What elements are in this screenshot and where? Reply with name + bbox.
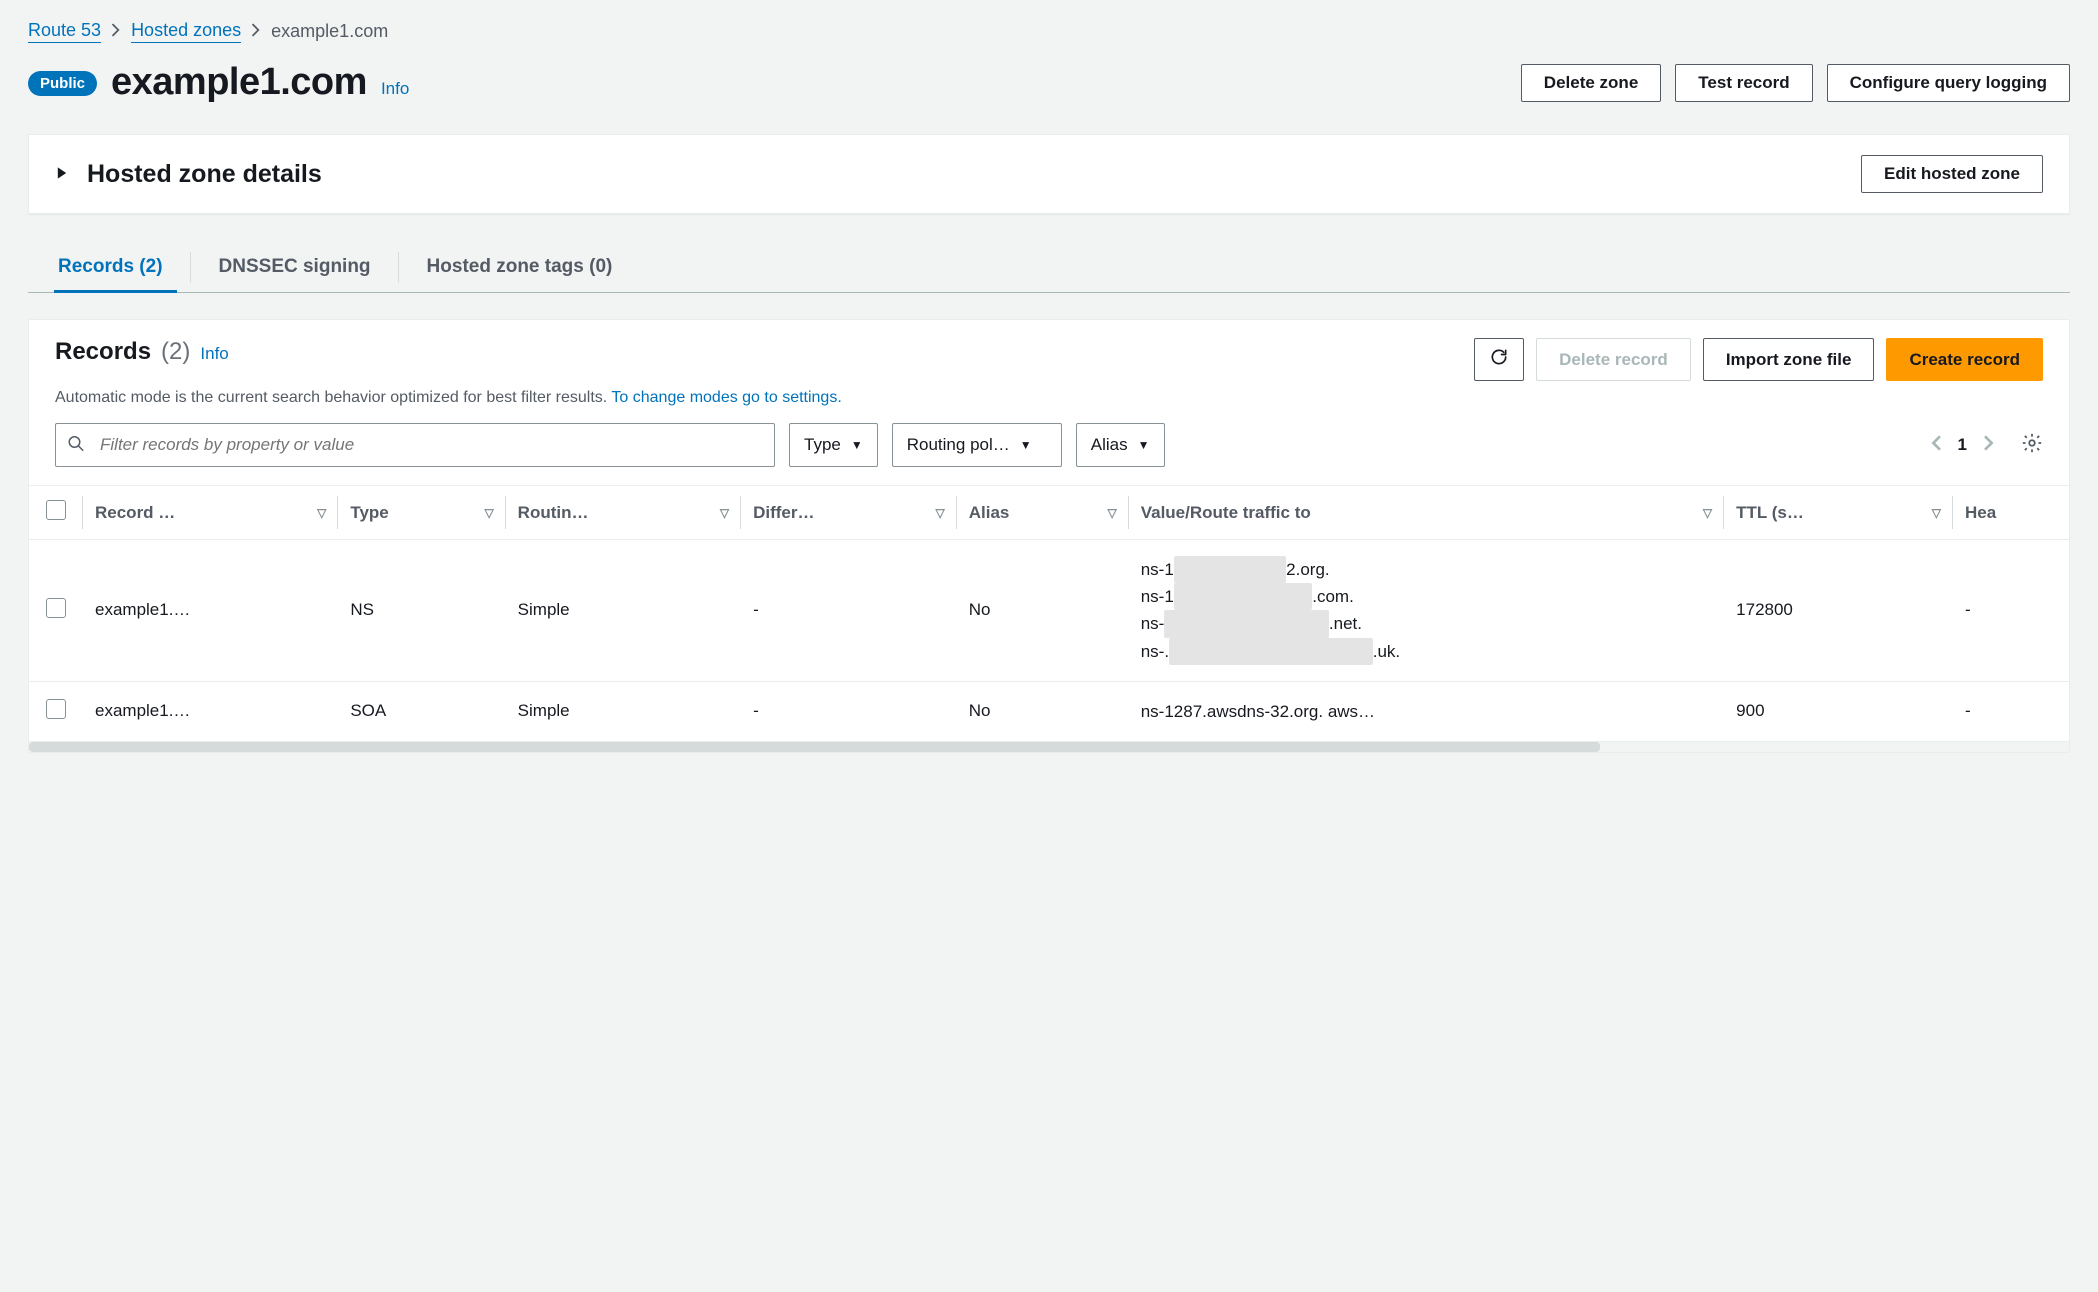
expand-caret-icon[interactable] [55, 166, 69, 183]
refresh-icon [1489, 352, 1509, 371]
chevron-right-icon [251, 21, 261, 42]
visibility-badge: Public [28, 71, 97, 96]
tabs: Records (2) DNSSEC signing Hosted zone t… [28, 242, 2070, 293]
sort-icon[interactable]: ▽ [720, 506, 729, 520]
sort-icon[interactable]: ▽ [317, 506, 326, 520]
change-modes-link[interactable]: To change modes go to settings. [611, 389, 841, 406]
chevron-right-icon [111, 21, 121, 42]
col-health[interactable]: Hea [1965, 503, 1996, 523]
cell-alias: No [957, 540, 1129, 682]
records-title: Records [55, 338, 151, 366]
cell-differ: - [741, 681, 957, 741]
breadcrumb-current: example1.com [271, 21, 388, 42]
breadcrumb: Route 53 Hosted zones example1.com [28, 18, 2070, 61]
next-page-button[interactable] [1983, 435, 1995, 456]
records-panel: Records (2) Info Delete record Import zo… [28, 319, 2070, 753]
cell-ttl: 900 [1724, 681, 1953, 741]
sort-icon[interactable]: ▽ [1107, 506, 1116, 520]
filter-routing-select[interactable]: Routing pol…▼ [892, 423, 1062, 467]
row-checkbox[interactable] [46, 598, 66, 618]
horizontal-scrollbar[interactable] [29, 742, 2069, 752]
settings-button[interactable] [2021, 432, 2043, 459]
cell-type: NS [338, 540, 505, 682]
sort-icon[interactable]: ▽ [1932, 506, 1941, 520]
cell-value: ns-1████████2.org.ns-1██████████.com.ns-… [1129, 540, 1724, 682]
caret-down-icon: ▼ [1138, 438, 1150, 452]
filter-records-input[interactable] [55, 423, 775, 467]
breadcrumb-root[interactable]: Route 53 [28, 20, 101, 43]
col-value[interactable]: Value/Route traffic to [1141, 503, 1311, 523]
cell-alias: No [957, 681, 1129, 741]
cell-routing: Simple [506, 540, 741, 682]
edit-hosted-zone-button[interactable]: Edit hosted zone [1861, 155, 2043, 193]
breadcrumb-zones[interactable]: Hosted zones [131, 20, 241, 43]
cell-health: - [1953, 681, 2069, 741]
records-table: Record … ▽ Type ▽ Routin… ▽ Differ… ▽ Alias ▽… [29, 485, 2069, 742]
cell-name: example1.… [83, 681, 338, 741]
caret-down-icon: ▼ [1020, 438, 1032, 452]
tab-records[interactable]: Records (2) [54, 242, 191, 292]
records-desc: Automatic mode is the current search beh… [29, 387, 2069, 423]
create-record-button[interactable]: Create record [1886, 338, 2043, 381]
sort-icon[interactable]: ▽ [1703, 506, 1712, 520]
info-link[interactable]: Info [381, 79, 409, 99]
col-type[interactable]: Type [350, 503, 388, 523]
cell-name: example1.… [83, 540, 338, 682]
select-all-checkbox[interactable] [46, 500, 66, 520]
import-zone-file-button[interactable]: Import zone file [1703, 338, 1875, 381]
col-differ[interactable]: Differ… [753, 503, 814, 523]
records-count: (2) [161, 338, 190, 366]
cell-routing: Simple [506, 681, 741, 741]
filter-alias-select[interactable]: Alias▼ [1076, 423, 1165, 467]
caret-down-icon: ▼ [851, 438, 863, 452]
table-row: example1.…SOASimple-Nons-1287.awsdns-32.… [29, 681, 2069, 741]
tab-tags[interactable]: Hosted zone tags (0) [399, 242, 641, 292]
cell-health: - [1953, 540, 2069, 682]
col-alias[interactable]: Alias [969, 503, 1010, 523]
cell-type: SOA [338, 681, 505, 741]
search-icon [67, 435, 85, 456]
hosted-zone-details-panel: Hosted zone details Edit hosted zone [28, 134, 2070, 214]
col-record-name[interactable]: Record … [95, 503, 175, 523]
panel-title: Hosted zone details [87, 160, 322, 189]
tab-dnssec[interactable]: DNSSEC signing [191, 242, 399, 292]
refresh-button[interactable] [1474, 338, 1524, 381]
page-number: 1 [1958, 435, 1967, 455]
cell-differ: - [741, 540, 957, 682]
configure-query-logging-button[interactable]: Configure query logging [1827, 64, 2070, 102]
delete-record-button: Delete record [1536, 338, 1691, 381]
test-record-button[interactable]: Test record [1675, 64, 1812, 102]
prev-page-button[interactable] [1930, 435, 1942, 456]
delete-zone-button[interactable]: Delete zone [1521, 64, 1661, 102]
page-title: example1.com [111, 61, 367, 104]
col-routing[interactable]: Routin… [518, 503, 589, 523]
table-row: example1.…NSSimple-Nons-1████████2.org.n… [29, 540, 2069, 682]
sort-icon[interactable]: ▽ [935, 506, 944, 520]
cell-ttl: 172800 [1724, 540, 1953, 682]
row-checkbox[interactable] [46, 699, 66, 719]
col-ttl[interactable]: TTL (s… [1736, 503, 1804, 523]
sort-icon[interactable]: ▽ [484, 506, 493, 520]
records-info-link[interactable]: Info [200, 344, 228, 364]
cell-value: ns-1287.awsdns-32.org. aws… [1129, 681, 1724, 741]
filter-type-select[interactable]: Type▼ [789, 423, 878, 467]
